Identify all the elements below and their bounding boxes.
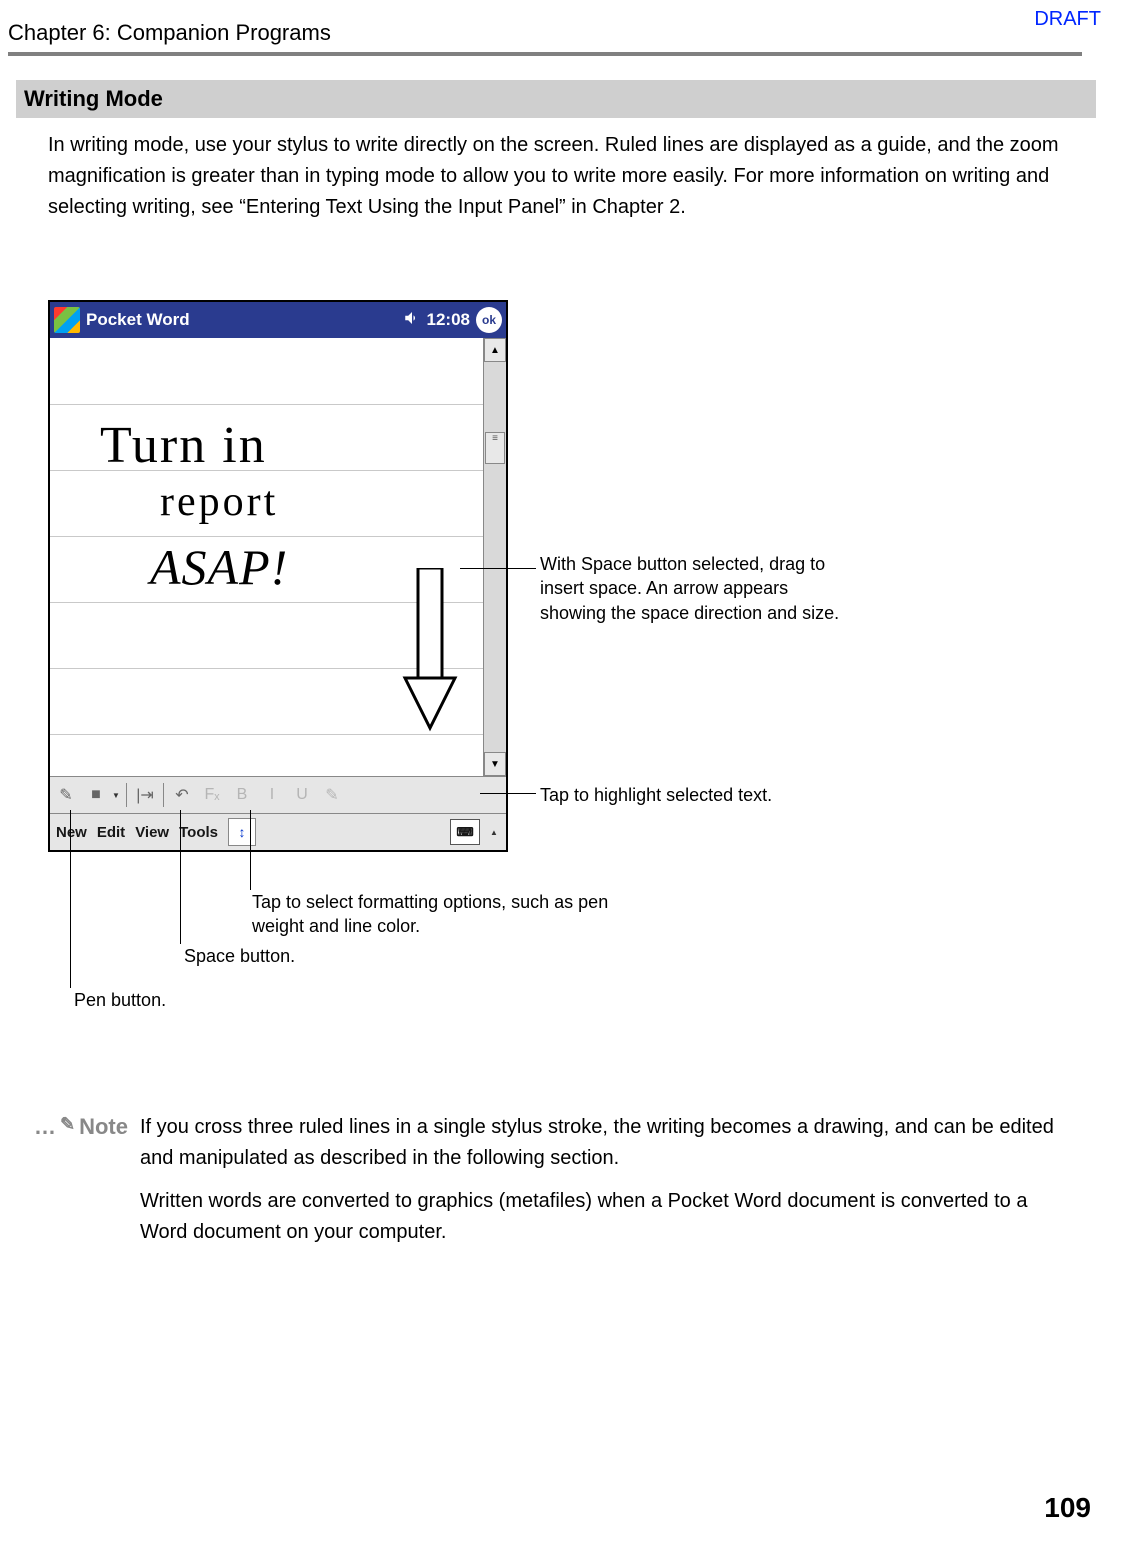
figure: Pocket Word 12:08 ok Turn in r — [48, 300, 508, 852]
space-arrow-icon — [400, 568, 460, 738]
scroll-up-button[interactable]: ▲ — [484, 338, 506, 362]
fill-button[interactable]: ■ — [82, 781, 110, 809]
handwriting-line-3: ASAP! — [150, 538, 288, 596]
menu-new[interactable]: New — [56, 824, 87, 841]
menu-edit[interactable]: Edit — [97, 824, 125, 841]
toolbar-separator — [163, 783, 164, 807]
app-title: Pocket Word — [86, 310, 190, 330]
writing-canvas[interactable]: Turn in report ASAP! — [50, 338, 483, 776]
callout-space-drag: With Space button selected, drag to inse… — [540, 552, 840, 625]
callout-leader — [480, 793, 536, 794]
ok-button[interactable]: ok — [476, 307, 502, 333]
callout-leader — [250, 810, 251, 890]
italic-button[interactable]: I — [258, 781, 286, 809]
note-label: Note — [79, 1114, 128, 1140]
pen-icon: ✎ — [60, 1114, 75, 1140]
highlight-button[interactable]: ✎ — [318, 781, 346, 809]
font-button[interactable]: Fₓ — [198, 781, 226, 809]
vertical-scrollbar[interactable]: ▲ ▼ — [483, 338, 506, 776]
underline-button[interactable]: U — [288, 781, 316, 809]
bold-button[interactable]: B — [228, 781, 256, 809]
clock: 12:08 — [427, 310, 470, 330]
speaker-icon[interactable] — [403, 309, 421, 332]
handwriting-line-1: Turn in — [100, 416, 267, 475]
pen-button[interactable]: ✎ — [52, 781, 80, 809]
handwriting-line-2: report — [160, 478, 278, 526]
menu-bar: New Edit View Tools ↕ ⌨ ▲ — [50, 813, 506, 850]
ellipsis-icon: … — [34, 1114, 56, 1140]
space-button[interactable]: |⇥ — [131, 781, 159, 809]
menu-tools[interactable]: Tools — [179, 824, 218, 841]
note-block: … ✎ Note If you cross three ruled lines … — [40, 1112, 1080, 1260]
section-body: In writing mode, use your stylus to writ… — [48, 130, 1076, 223]
toolbar-separator — [126, 783, 127, 807]
callout-space-button: Space button. — [184, 944, 295, 968]
page-number: 109 — [1044, 1492, 1091, 1524]
keyboard-icon[interactable]: ⌨ — [450, 819, 480, 845]
scroll-track[interactable] — [484, 362, 506, 752]
note-paragraph-1: If you cross three ruled lines in a sing… — [140, 1112, 1080, 1174]
callout-highlight: Tap to highlight selected text. — [540, 783, 772, 807]
header-rule — [8, 52, 1082, 56]
callout-pen-button: Pen button. — [74, 988, 166, 1012]
chapter-header: Chapter 6: Companion Programs — [8, 20, 331, 46]
fill-dropdown-icon[interactable]: ▼ — [112, 791, 122, 800]
keyboard-dropdown-icon[interactable]: ▲ — [490, 828, 500, 837]
menu-view[interactable]: View — [135, 824, 169, 841]
sip-toggle-button[interactable]: ↕ — [228, 818, 256, 846]
titlebar: Pocket Word 12:08 ok — [50, 302, 506, 338]
callout-formatting: Tap to select formatting options, such a… — [252, 890, 612, 939]
callout-leader — [460, 568, 536, 569]
pocket-pc-screenshot: Pocket Word 12:08 ok Turn in r — [48, 300, 508, 852]
note-paragraph-2: Written words are converted to graphics … — [140, 1186, 1080, 1248]
formatting-toolbar: ✎ ■ ▼ |⇥ ↶ Fₓ B I U ✎ — [50, 776, 506, 813]
scroll-thumb[interactable] — [485, 432, 505, 464]
note-icon: … ✎ Note — [40, 1112, 128, 1140]
start-icon[interactable] — [54, 307, 80, 333]
callout-leader — [70, 810, 71, 988]
callout-leader — [180, 810, 181, 944]
draft-watermark: DRAFT — [1034, 8, 1101, 31]
section-title: Writing Mode — [16, 80, 1096, 118]
undo-button[interactable]: ↶ — [168, 781, 196, 809]
scroll-down-button[interactable]: ▼ — [484, 752, 506, 776]
